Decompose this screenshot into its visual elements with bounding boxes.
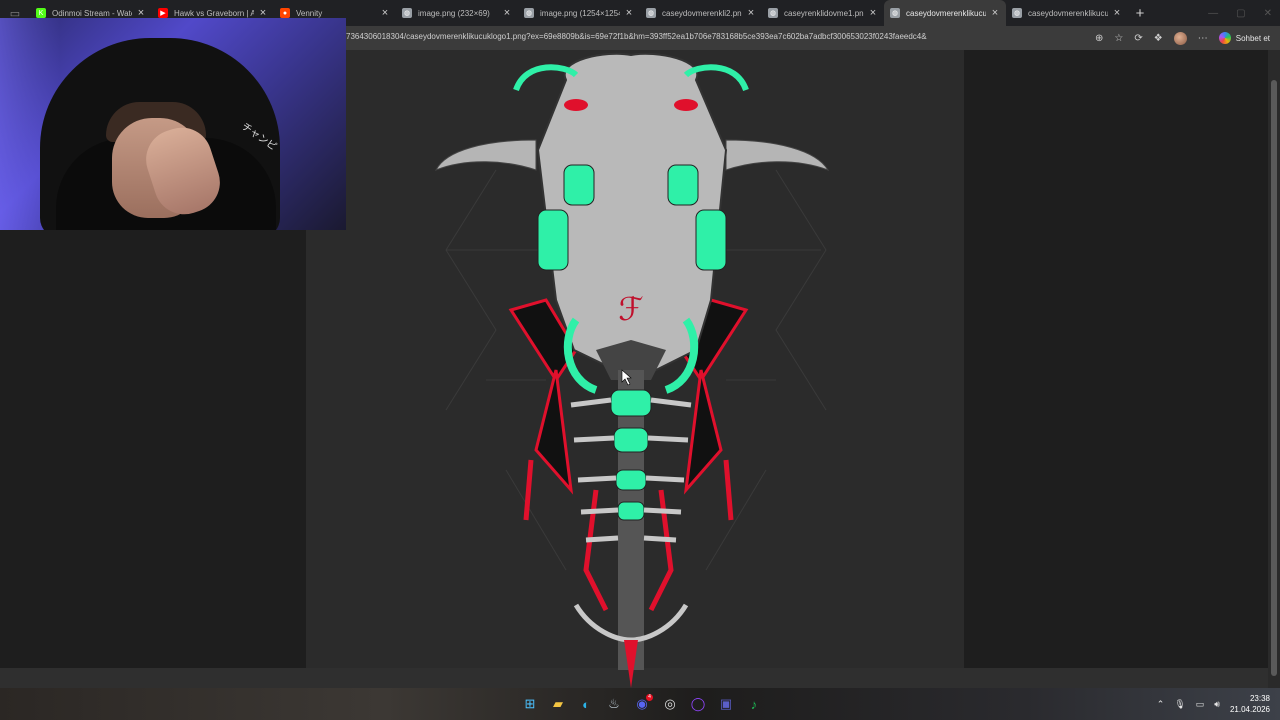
window-controls: — ▢ ✕ [1208, 0, 1272, 26]
clock-time: 23:38 [1249, 694, 1270, 703]
tab-title: image.png (1254×1254) [540, 8, 620, 18]
copilot-label: Sohbet et [1235, 33, 1270, 43]
tab-close-icon[interactable]: × [380, 7, 390, 19]
clock-date: 21.04.2026 [1229, 705, 1270, 714]
discord-icon[interactable]: ◉ 4 [630, 692, 654, 716]
tab-favicon-icon: ◍ [1012, 8, 1022, 18]
collections-icon[interactable]: ❖ [1154, 33, 1163, 44]
tab-title: image.png (232×69) [418, 8, 490, 18]
tab-close-icon[interactable]: × [624, 7, 634, 19]
teams-icon[interactable]: ▣ [714, 692, 738, 716]
right-wing [725, 139, 830, 171]
maximize-icon[interactable]: ▢ [1236, 8, 1245, 19]
tab-title: caseydovmerenklikucuklo [906, 8, 986, 18]
microphone-icon[interactable]: 🎙︎ [1174, 699, 1185, 710]
copilot-icon [1218, 32, 1231, 44]
tab-title: caseyrenklidovme1.png ( [784, 8, 864, 18]
notification-badge: 4 [646, 694, 653, 701]
clock[interactable]: 23:38 21.04.2026 [1230, 693, 1270, 715]
webcam-overlay: チャンピ [0, 18, 346, 230]
tab-close-icon[interactable]: × [990, 7, 1000, 19]
vertical-scrollbar[interactable] [1268, 50, 1280, 688]
toolbar-icons: ⊕ ☆ ⟳ ❖ ⋯ Sohbet et [1095, 29, 1270, 47]
minimize-icon[interactable]: — [1208, 8, 1218, 19]
url-field[interactable]: 7364306018304/caseydovmerenklikucuklogo1… [346, 32, 927, 41]
tab-favicon-icon: ◍ [890, 8, 900, 18]
twitch-icon[interactable]: ◯ [686, 692, 710, 716]
tab-favicon-icon: ● [280, 8, 290, 18]
tattoo-artwork-image[interactable]: ℱ [306, 50, 964, 688]
tab-title: Hawk vs Graveborn | Adan [174, 8, 254, 18]
browser-tab[interactable]: ◍ image.png (1254×1254) × [518, 0, 640, 26]
steam-icon[interactable]: ♨ [602, 692, 626, 716]
windows-start-icon[interactable]: ⊞ [518, 692, 542, 716]
tab-close-icon[interactable]: × [1112, 7, 1122, 19]
network-icon[interactable]: ▭ [1196, 699, 1205, 710]
tab-favicon-icon: ◍ [402, 8, 412, 18]
system-tray: ⌃ 🎙︎ ▭ 🔊︎ 23:38 21.04.2026 [1157, 688, 1270, 720]
tab-title: caseydovmerenkli2.png ( [662, 8, 742, 18]
new-tab-button[interactable]: + [1128, 5, 1152, 22]
more-menu-icon[interactable]: ⋯ [1198, 33, 1208, 44]
tab-favicon-icon: ◍ [646, 8, 656, 18]
scrollbar-thumb[interactable] [1271, 80, 1277, 676]
copilot-button[interactable]: Sohbet et [1218, 32, 1270, 44]
tab-title: Odinmoi Stream - Watch L [52, 8, 132, 18]
tab-close-icon[interactable]: × [502, 7, 512, 19]
tab-title: Vennity [296, 8, 323, 18]
volume-icon[interactable]: 🔊︎ [1214, 699, 1220, 710]
tab-title: caseydovmerenklikucuklo [1028, 8, 1108, 18]
browser-tab[interactable]: ◍ caseydovmerenklikucuklo × [884, 0, 1006, 26]
favorite-star-icon[interactable]: ☆ [1114, 33, 1123, 44]
profile-avatar[interactable] [1173, 31, 1187, 45]
close-window-icon[interactable]: ✕ [1264, 8, 1272, 19]
browser-tab[interactable]: ◍ caseydovmerenkli2.png ( × [640, 0, 762, 26]
viewer-margin-right [964, 50, 1268, 688]
tab-favicon-icon: K [36, 8, 46, 18]
edge-icon[interactable]: ◐ [574, 692, 598, 716]
tab-close-icon[interactable]: × [868, 7, 878, 19]
taskbar-apps: ⊞ ▰ ◐ ♨ ◉ 4 ◎ ◯ ▣ ♪ [518, 692, 766, 716]
tray-chevron-icon[interactable]: ⌃ [1157, 699, 1165, 710]
svg-text:ℱ: ℱ [618, 290, 643, 328]
left-wing [434, 139, 537, 171]
tab-close-icon[interactable]: × [746, 7, 756, 19]
obs-icon[interactable]: ◎ [658, 692, 682, 716]
browser-tab[interactable]: ◍ caseyrenklidovme1.png ( × [762, 0, 884, 26]
tab-favicon-icon: ◍ [524, 8, 534, 18]
zoom-icon[interactable]: ⊕ [1095, 33, 1103, 44]
spotify-icon[interactable]: ♪ [742, 692, 766, 716]
browser-tab[interactable]: ◍ image.png (232×69) × [396, 0, 518, 26]
windows-taskbar: ⊞ ▰ ◐ ♨ ◉ 4 ◎ ◯ ▣ ♪ ⌃ 🎙︎ ▭ 🔊︎ 23:38 21.04.2026 [0, 688, 1280, 720]
tab-favicon-icon: ◍ [768, 8, 778, 18]
tab-favicon-icon: ▶ [158, 8, 168, 18]
extensions-icon[interactable]: ⟳ [1134, 33, 1142, 44]
browser-tab[interactable]: ◍ caseydovmerenklikucuklo × [1006, 0, 1128, 26]
file-explorer-icon[interactable]: ▰ [546, 692, 570, 716]
